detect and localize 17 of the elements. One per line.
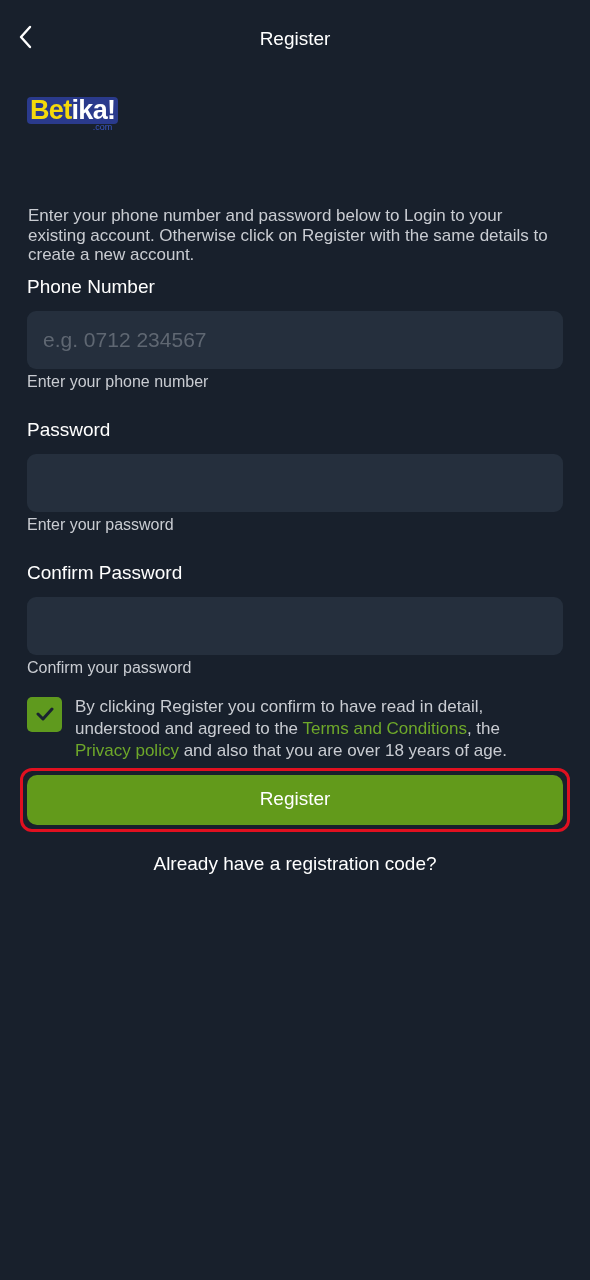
field-hint: Enter your password (27, 514, 175, 535)
field-label: Confirm Password (27, 560, 184, 585)
page-title: Register (259, 26, 331, 51)
check-icon (35, 707, 54, 721)
consent-text: By clicking Register you confirm to have read in detail, understood and agreed to the Terms and Conditions, the Privacy policy and also that you are over 18 years of age. (75, 695, 508, 762)
checkbox[interactable] (27, 696, 62, 732)
field-label: Password (27, 417, 112, 442)
registration-code-link[interactable]: Already have a registration code? (153, 849, 437, 878)
betika-logo: Betika! .com (27, 97, 119, 132)
register-button[interactable]: Register (27, 774, 563, 825)
field-hint: Enter your phone number (27, 371, 210, 392)
terms-link[interactable]: Privacy policy (75, 740, 179, 760)
terms-link[interactable]: Terms and Conditions (302, 718, 467, 738)
field-label: Phone Number (27, 274, 156, 299)
intro-text: Enter your phone number and password below to Login to your existing account. Otherwise click on Register with the same details to create a new account. (27, 206, 549, 265)
input-field[interactable]: e.g. 0712 234567 (27, 310, 563, 369)
field-hint: Confirm your password (27, 657, 193, 678)
